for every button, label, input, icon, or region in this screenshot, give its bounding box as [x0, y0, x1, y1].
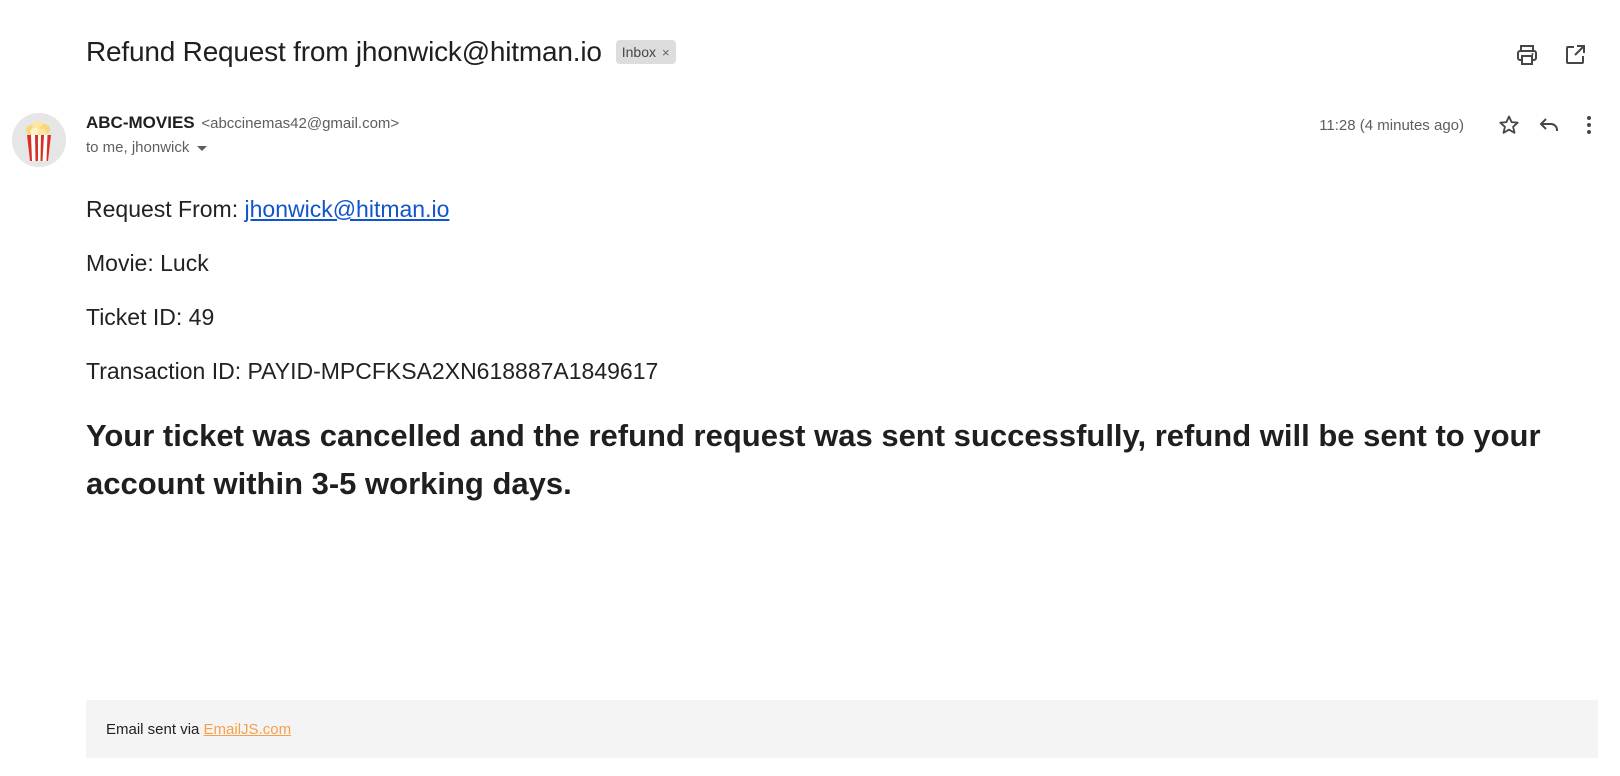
message-timestamp: 11:28 (4 minutes ago): [1319, 116, 1464, 134]
message-body: Request From: jhonwick@hitman.io Movie: …: [86, 196, 1600, 536]
request-from-line: Request From: jhonwick@hitman.io: [86, 196, 1600, 222]
request-from-email-link[interactable]: jhonwick@hitman.io: [245, 196, 450, 222]
emailjs-link[interactable]: EmailJS.com: [204, 721, 292, 738]
chevron-down-icon[interactable]: [197, 146, 208, 151]
email-footer: Email sent via EmailJS.com: [86, 700, 1598, 758]
message-actions: 11:28 (4 minutes ago): [1319, 112, 1602, 138]
recipients-text: to me, jhonwick: [86, 139, 190, 156]
movie-line: Movie: Luck: [86, 250, 209, 276]
email-subject: Refund Request from jhonwick@hitman.io: [86, 36, 602, 67]
popcorn-icon: [12, 113, 66, 167]
printer-icon[interactable]: [1514, 42, 1540, 68]
email-view: Refund Request from jhonwick@hitman.io I…: [0, 0, 1620, 776]
remove-label-icon[interactable]: ×: [662, 45, 670, 60]
sender-email: <abccinemas42@gmail.com>: [201, 115, 400, 132]
star-icon[interactable]: [1496, 112, 1522, 138]
footer-prefix: Email sent via: [106, 720, 204, 738]
sender-avatar[interactable]: [12, 113, 66, 167]
ticket-id-line: Ticket ID: 49: [86, 304, 215, 330]
transaction-id-line: Transaction ID: PAYID-MPCFKSA2XN618887A1…: [86, 358, 659, 384]
subject-row: Refund Request from jhonwick@hitman.io I…: [86, 36, 676, 68]
refund-notice: Your ticket was cancelled and the refund…: [86, 418, 1541, 501]
sender-name[interactable]: ABC-MOVIES: [86, 113, 195, 132]
footer-text: Email sent via EmailJS.com: [106, 721, 291, 738]
recipients-toggle[interactable]: to me, jhonwick: [86, 139, 399, 156]
top-actions: [1514, 42, 1588, 68]
sender-info: ABC-MOVIES <abccinemas42@gmail.com> to m…: [86, 112, 399, 156]
inbox-label-chip[interactable]: Inbox ×: [615, 40, 676, 64]
more-vert-icon[interactable]: [1576, 112, 1602, 138]
reply-icon[interactable]: [1536, 112, 1562, 138]
open-in-new-icon[interactable]: [1562, 42, 1588, 68]
sender-line: ABC-MOVIES <abccinemas42@gmail.com>: [86, 112, 399, 135]
label-chip-text: Inbox: [621, 44, 656, 60]
request-from-label: Request From:: [86, 196, 245, 222]
